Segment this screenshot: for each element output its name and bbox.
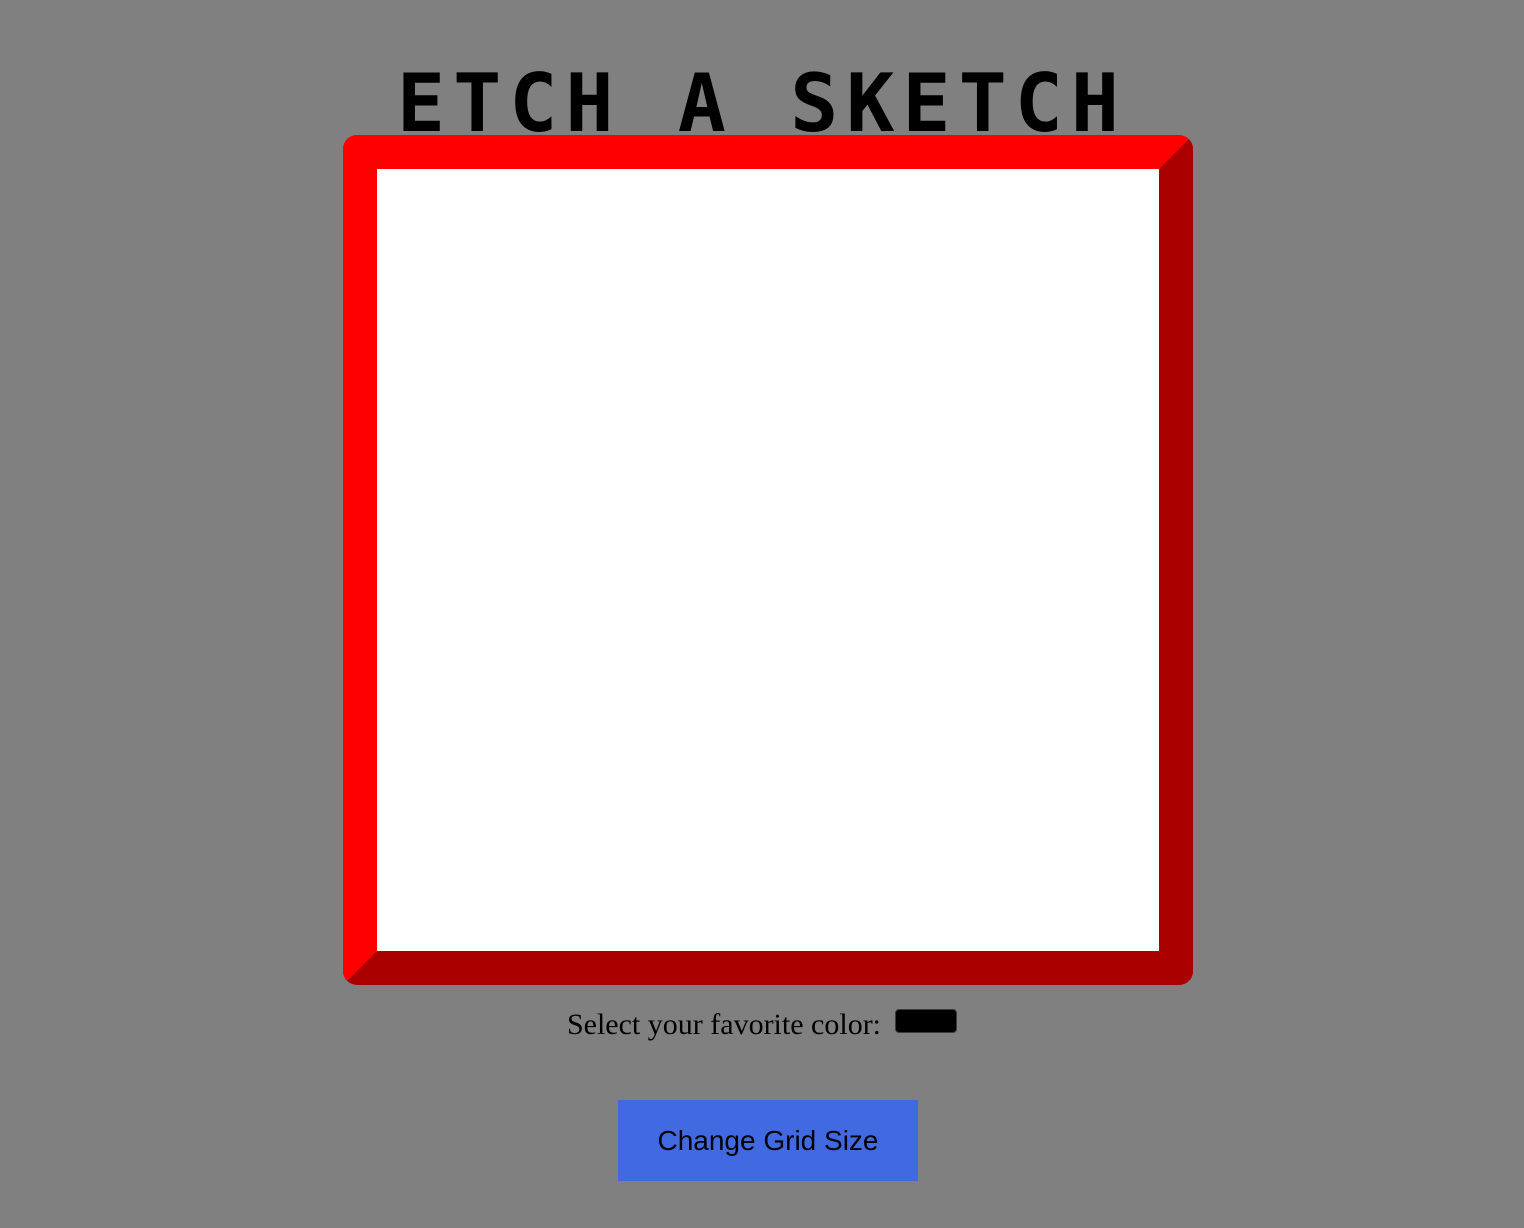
color-picker-label: Select your favorite color: — [566, 1007, 882, 1041]
sketch-grid[interactable] — [377, 169, 1159, 951]
sketch-frame — [343, 135, 1193, 985]
color-picker-input[interactable] — [895, 1008, 958, 1033]
color-picker-row: Select your favorite color: — [0, 1004, 1524, 1044]
page-title: Etch A Sketch — [396, 56, 1128, 150]
change-grid-size-button[interactable]: Change Grid Size — [618, 1100, 918, 1181]
